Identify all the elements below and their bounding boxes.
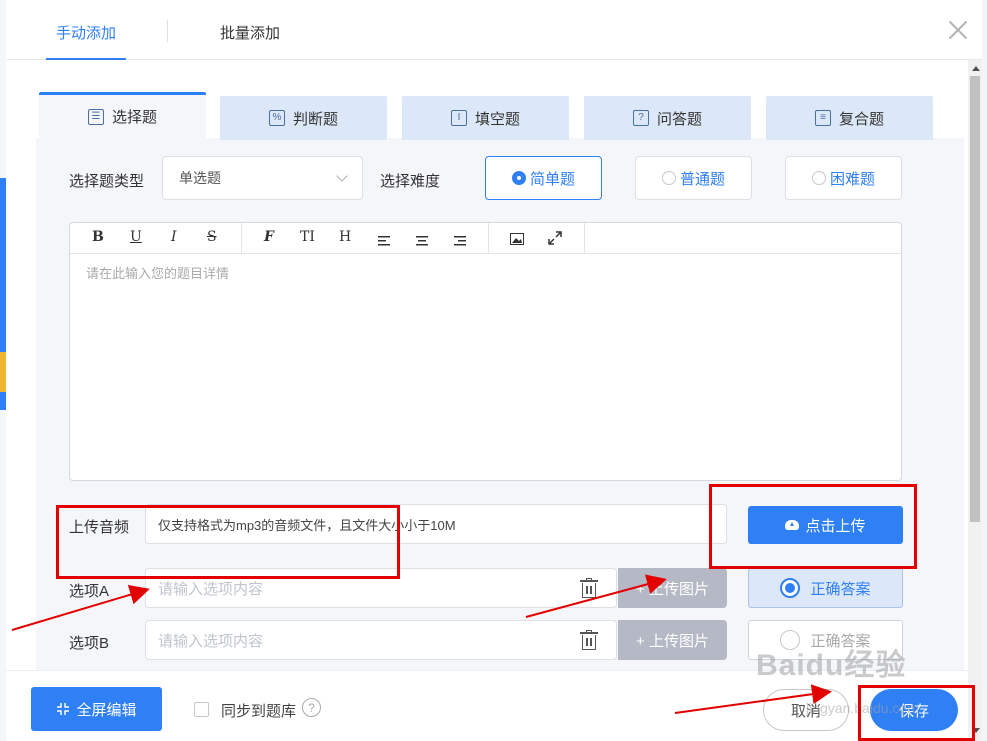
scroll-down-icon[interactable] xyxy=(972,728,980,733)
sync-label: 同步到题库 xyxy=(221,703,297,720)
option-a-input[interactable]: 请输入选项内容 xyxy=(145,568,617,608)
option-a-label: 选项A xyxy=(69,583,110,600)
difficulty-option-label: 简单题 xyxy=(529,170,575,188)
scroll-up-icon[interactable] xyxy=(972,66,980,71)
tab-choice-question[interactable]: ☰ 选择题 xyxy=(39,92,206,138)
question-detail-editor[interactable]: B U I S F TI H 请在此输入您的题目详情 xyxy=(69,222,902,481)
align-center-icon[interactable] xyxy=(416,233,428,246)
dialog-tabs: 手动添加 批量添加 xyxy=(6,0,982,60)
option-a-placeholder: 请输入选项内容 xyxy=(158,580,264,598)
watermark: Baidu经验 xyxy=(756,649,907,682)
vertical-scrollbar[interactable] xyxy=(968,60,982,741)
help-icon[interactable]: ? xyxy=(302,698,321,717)
text-cursor-icon: I xyxy=(450,110,467,126)
tab-manual-add[interactable]: 手动添加 xyxy=(45,22,127,60)
tab-label: 填空题 xyxy=(474,110,520,128)
strikethrough-button[interactable]: S xyxy=(207,229,217,245)
difficulty-label: 选择难度 xyxy=(380,173,441,190)
question-type-label: 选择题类型 xyxy=(69,173,145,190)
audio-hint: 仅支持格式为mp3的音频文件，且文件大小小于10M xyxy=(158,517,456,533)
option-b-placeholder: 请输入选项内容 xyxy=(158,632,264,650)
difficulty-hard-option[interactable]: 困难题 xyxy=(785,156,902,200)
tab-qa-question[interactable]: ? 问答题 xyxy=(584,96,751,140)
bold-button[interactable]: B xyxy=(92,229,104,245)
percent-icon: % xyxy=(268,110,285,126)
radio-unchecked-icon xyxy=(661,171,676,185)
question-type-select[interactable]: 单选题 xyxy=(162,156,363,200)
align-right-icon[interactable] xyxy=(454,233,466,246)
tab-batch-add[interactable]: 批量添加 xyxy=(220,22,280,43)
difficulty-normal-option[interactable]: 普通题 xyxy=(635,156,752,200)
audio-file-field[interactable]: 仅支持格式为mp3的音频文件，且文件大小小于10M xyxy=(145,504,727,544)
underline-button[interactable]: U xyxy=(130,229,142,245)
font-family-button[interactable]: F xyxy=(264,229,274,245)
upload-audio-button[interactable]: 点击上传 xyxy=(748,506,903,544)
tab-fill-blank-question[interactable]: I 填空题 xyxy=(402,96,569,140)
compound-icon: ≡ xyxy=(814,110,831,126)
editor-placeholder: 请在此输入您的题目详情 xyxy=(86,266,230,281)
list-icon: ☰ xyxy=(87,108,104,125)
align-left-icon[interactable] xyxy=(378,233,390,246)
chevron-down-icon xyxy=(336,170,348,182)
option-b-input[interactable]: 请输入选项内容 xyxy=(145,620,617,660)
tab-label: 判断题 xyxy=(292,110,338,128)
font-size-button[interactable]: TI xyxy=(300,229,315,245)
fullscreen-button-label: 全屏编辑 xyxy=(76,701,137,719)
audio-label: 上传音频 xyxy=(69,519,130,536)
close-icon[interactable] xyxy=(948,20,968,40)
radio-unchecked-icon xyxy=(811,171,826,185)
watermark-url: jingyan.baidu.com xyxy=(806,700,919,716)
question-icon: ? xyxy=(632,110,649,126)
sync-checkbox[interactable] xyxy=(194,702,209,717)
italic-button[interactable]: I xyxy=(171,229,177,245)
fullscreen-edit-button[interactable]: 全屏编辑 xyxy=(31,687,162,731)
tab-compound-question[interactable]: ≡ 复合题 xyxy=(766,96,933,140)
option-b-upload-image-button[interactable]: + 上传图片 xyxy=(618,620,727,660)
tab-label: 选择题 xyxy=(111,109,157,126)
delete-icon[interactable] xyxy=(580,630,598,650)
add-question-dialog: 手动添加 批量添加 ☰ 选择题 % 判断题 I 填空题 ? 问答题 ≡ 复合题 … xyxy=(6,0,982,741)
option-a-correct-answer[interactable]: 正确答案 xyxy=(748,568,903,608)
upload-button-label: 点击上传 xyxy=(805,517,866,535)
tab-true-false-question[interactable]: % 判断题 xyxy=(220,96,387,140)
option-a-upload-image-button[interactable]: + 上传图片 xyxy=(618,568,727,608)
delete-icon[interactable] xyxy=(580,578,598,598)
scrollbar-thumb[interactable] xyxy=(970,76,980,522)
radio-checked-icon xyxy=(511,171,526,185)
heading-button[interactable]: H xyxy=(339,229,351,245)
image-icon[interactable] xyxy=(510,232,524,245)
collapse-icon xyxy=(57,703,70,715)
cloud-upload-icon xyxy=(785,520,800,530)
option-b-label: 选项B xyxy=(69,635,110,652)
difficulty-option-label: 普通题 xyxy=(679,170,725,188)
difficulty-option-label: 困难题 xyxy=(829,170,875,188)
expand-icon[interactable] xyxy=(548,231,562,245)
tab-label: 问答题 xyxy=(656,110,702,128)
toolbar-divider xyxy=(241,223,242,254)
editor-toolbar: B U I S F TI H xyxy=(70,223,901,254)
question-type-value: 单选题 xyxy=(179,170,221,186)
correct-answer-label: 正确答案 xyxy=(810,580,871,598)
difficulty-easy-option[interactable]: 简单题 xyxy=(485,156,602,200)
radio-checked-icon xyxy=(780,578,801,598)
toolbar-divider xyxy=(488,223,489,254)
tab-divider xyxy=(167,20,168,42)
tab-label: 复合题 xyxy=(838,110,884,128)
toolbar-divider xyxy=(584,223,585,254)
